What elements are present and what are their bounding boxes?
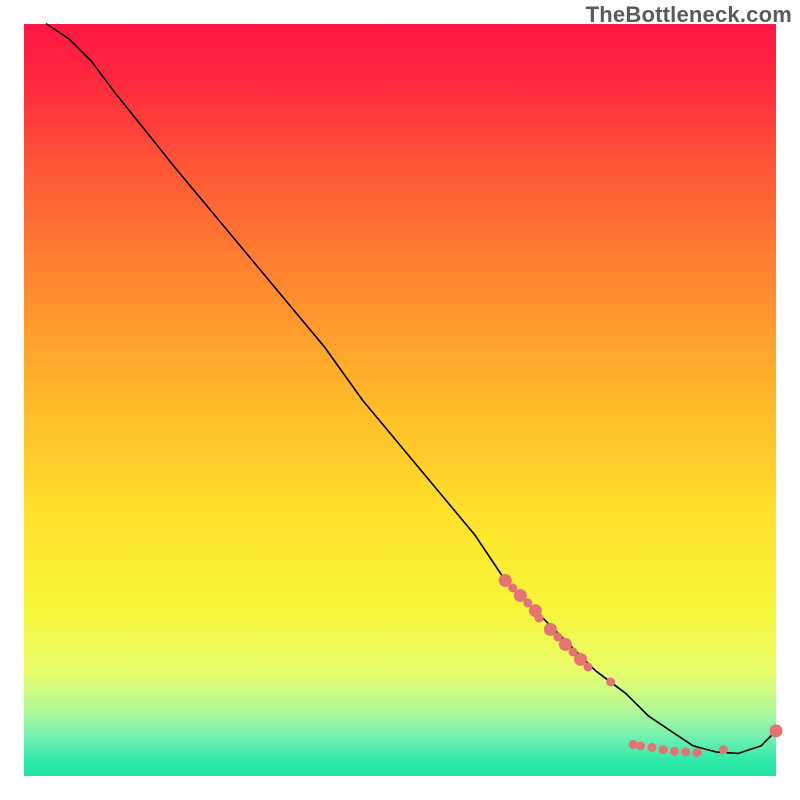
chart-svg: [0, 0, 800, 800]
highlight-point: [636, 741, 645, 750]
highlight-point: [629, 740, 638, 749]
highlight-point: [647, 743, 656, 752]
highlight-point: [535, 614, 544, 623]
highlight-point: [659, 745, 668, 754]
highlight-point: [670, 747, 679, 756]
chart-stage: TheBottleneck.com: [0, 0, 800, 800]
highlight-point: [719, 745, 728, 754]
highlight-point: [606, 678, 615, 687]
highlight-point: [681, 747, 690, 756]
highlight-point: [584, 663, 593, 672]
highlight-point: [693, 748, 702, 757]
plot-background: [24, 24, 776, 776]
highlight-point: [770, 724, 783, 737]
watermark-text: TheBottleneck.com: [586, 2, 792, 28]
